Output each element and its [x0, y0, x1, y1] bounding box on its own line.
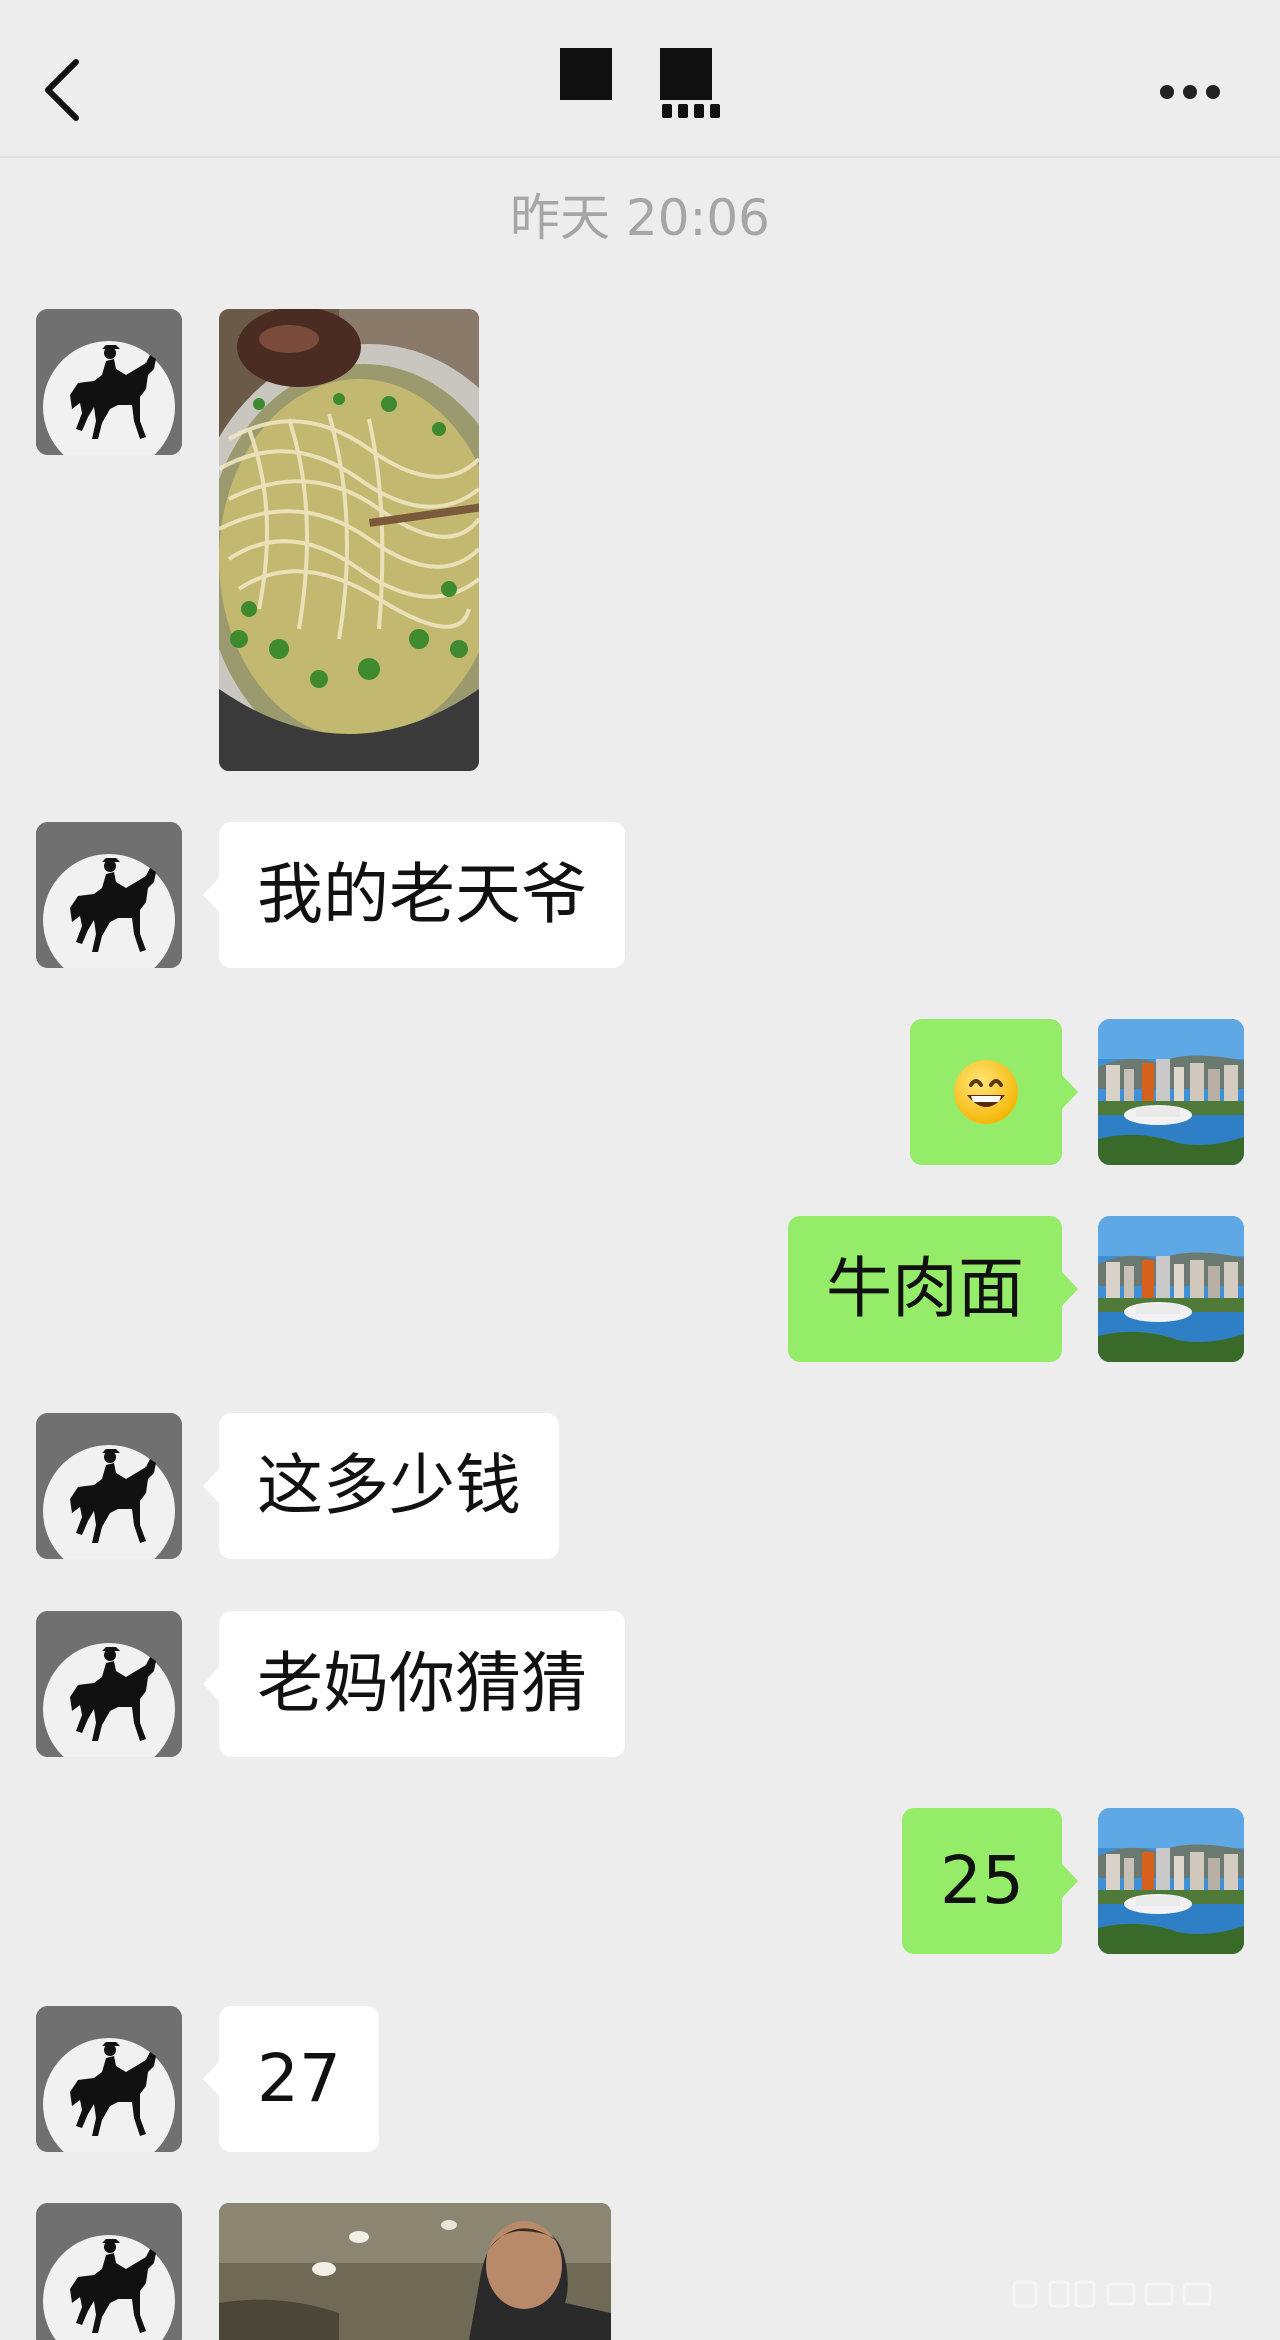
message-bubble-sent[interactable] — [910, 1019, 1078, 1165]
dot — [1206, 85, 1220, 99]
message-bubble-received[interactable]: 这多少钱 — [203, 1413, 559, 1559]
message-bubble-received[interactable]: 我的老天爷 — [203, 822, 625, 968]
self-avatar[interactable] — [1098, 1019, 1244, 1165]
contact-avatar[interactable] — [36, 1413, 182, 1559]
title-partial-glyph — [658, 100, 730, 118]
horse-rider-avatar-icon — [36, 1611, 182, 1757]
man-video-still — [219, 2203, 611, 2340]
noodle-bowl-image[interactable] — [219, 309, 479, 771]
self-avatar[interactable] — [1098, 1216, 1244, 1362]
message-bubble-received[interactable]: 老妈你猜猜 — [203, 1611, 625, 1757]
message-timestamp: 昨天 20:06 — [510, 189, 770, 247]
horse-rider-avatar-icon — [36, 309, 182, 455]
dot — [1183, 85, 1197, 99]
contact-avatar[interactable] — [36, 2006, 182, 2152]
dot — [1160, 85, 1174, 99]
contact-avatar[interactable] — [36, 309, 182, 455]
contact-avatar[interactable] — [36, 822, 182, 968]
chevron-left-icon — [45, 59, 79, 121]
message-bubble-sent[interactable]: 牛肉面 — [788, 1216, 1078, 1362]
noodle-bowl-photo — [219, 309, 479, 771]
watermark-logo — [1012, 2280, 1212, 2308]
city-skyline-avatar-icon — [1098, 1808, 1244, 1954]
chat-screen: 昨天 20:06 我的老天爷 牛肉面 这多少钱 老妈你猜猜 25 27 — [0, 0, 1280, 2340]
more-options-button[interactable] — [1150, 72, 1230, 112]
horse-rider-avatar-icon — [36, 822, 182, 968]
city-skyline-avatar-icon — [1098, 1019, 1244, 1165]
message-bubble-sent[interactable]: 25 — [902, 1808, 1078, 1954]
self-avatar[interactable] — [1098, 1808, 1244, 1954]
city-skyline-avatar-icon — [1098, 1216, 1244, 1362]
horse-rider-avatar-icon — [36, 2203, 182, 2340]
grinning-face-icon — [951, 1057, 1021, 1127]
back-button[interactable] — [36, 52, 100, 128]
horse-rider-avatar-icon — [36, 1413, 182, 1559]
redaction-block — [560, 48, 612, 100]
redaction-block — [660, 48, 712, 100]
contact-avatar[interactable] — [36, 1611, 182, 1757]
chat-header — [0, 0, 1280, 158]
message-bubble-received[interactable]: 27 — [203, 2006, 379, 2152]
contact-avatar[interactable] — [36, 2203, 182, 2340]
chat-title-redacted — [540, 48, 760, 122]
horse-rider-avatar-icon — [36, 2006, 182, 2152]
video-still-image[interactable] — [219, 2203, 611, 2340]
